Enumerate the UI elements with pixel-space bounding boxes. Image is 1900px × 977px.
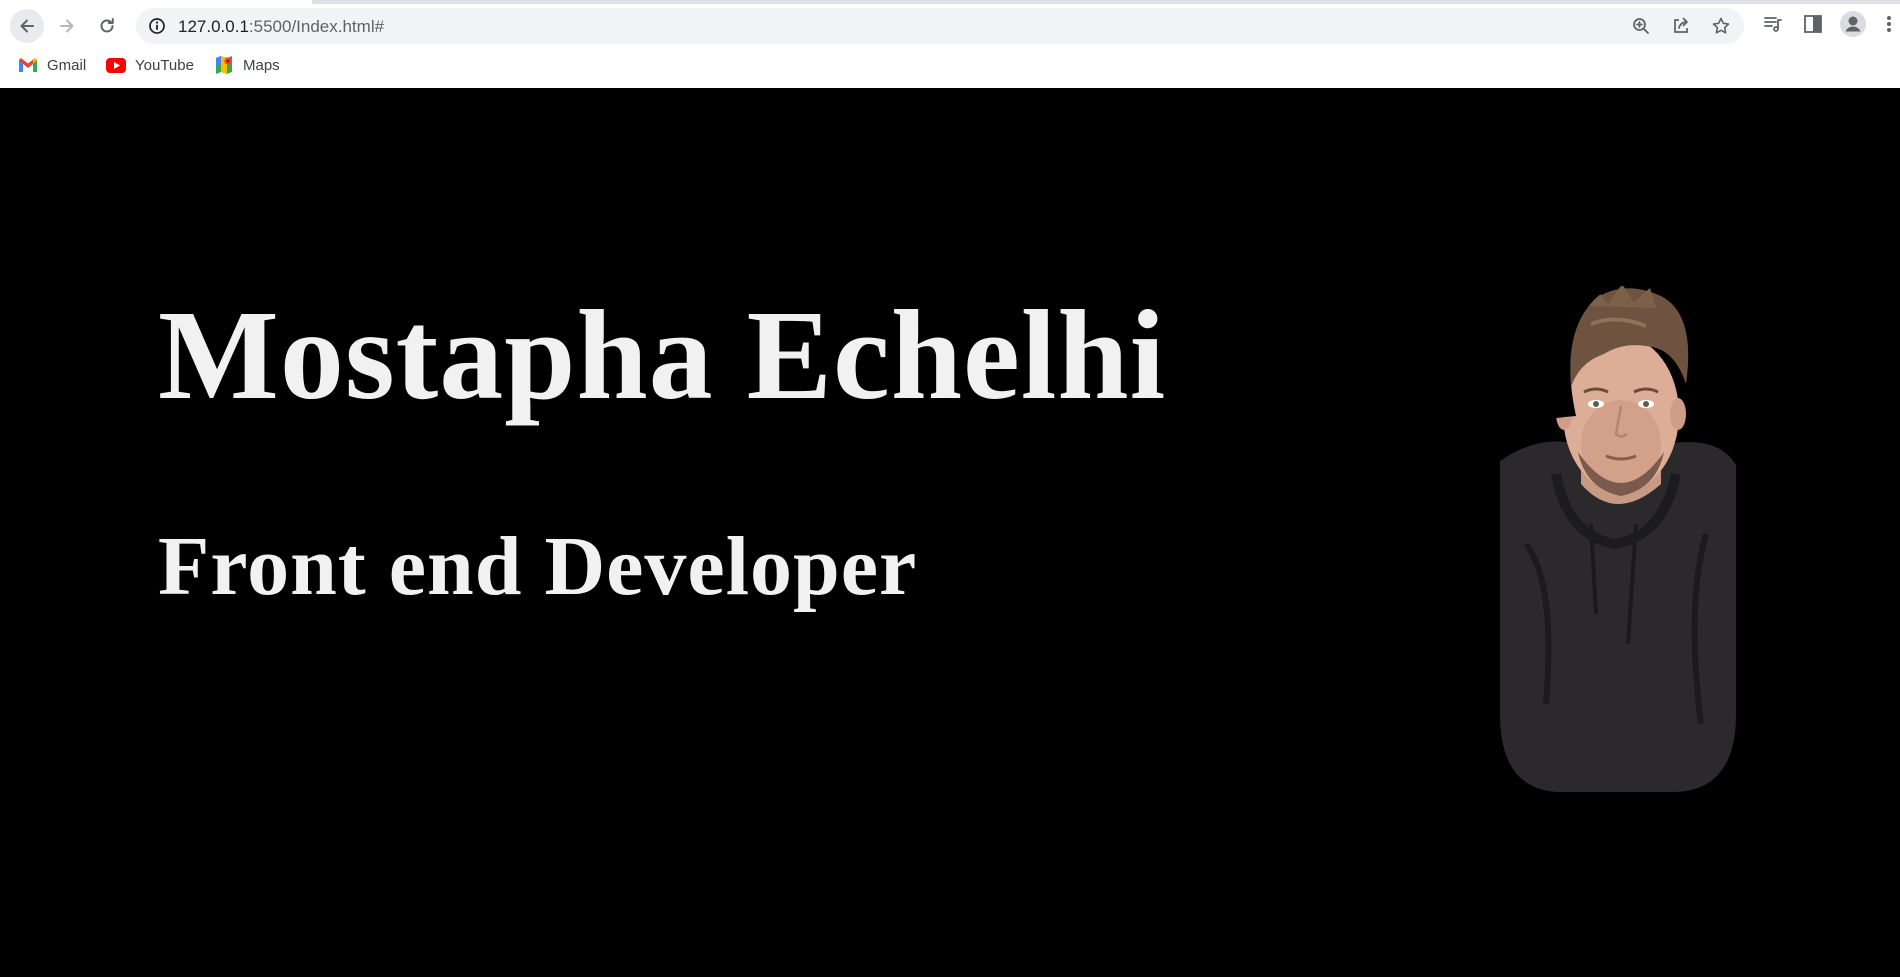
zoom-icon[interactable] — [1631, 16, 1651, 36]
share-icon[interactable] — [1671, 16, 1691, 36]
maps-icon — [216, 56, 232, 74]
bookmark-youtube[interactable]: YouTube — [106, 54, 194, 76]
bookmark-maps[interactable]: Maps — [214, 54, 280, 76]
bookmark-label: Maps — [243, 56, 280, 74]
bookmark-label: Gmail — [47, 56, 87, 74]
reading-list-icon[interactable] — [1762, 13, 1784, 35]
hero-name: Mostapha Echelhi — [158, 284, 1167, 426]
url-path: :5500/Index.html# — [248, 17, 385, 36]
back-button[interactable] — [10, 9, 44, 43]
browser-toolbar: 127.0.0.1:5500/Index.html# — [0, 4, 1900, 48]
arrow-left-icon — [20, 19, 34, 33]
forward-button[interactable] — [50, 9, 84, 43]
reload-button[interactable] — [90, 9, 124, 43]
bookmark-gmail[interactable]: Gmail — [18, 54, 86, 76]
profile-photo — [1500, 285, 1736, 792]
youtube-icon — [106, 57, 126, 73]
gmail-icon — [19, 58, 37, 72]
star-icon[interactable] — [1711, 16, 1731, 36]
url-text[interactable]: 127.0.0.1:5500/Index.html# — [178, 17, 384, 37]
reload-icon — [100, 18, 114, 33]
side-panel-icon[interactable] — [1802, 13, 1824, 35]
arrow-right-icon — [60, 19, 74, 33]
kebab-menu-icon[interactable] — [1884, 13, 1894, 35]
url-host: 127.0.0.1 — [178, 17, 249, 36]
info-icon[interactable] — [148, 17, 166, 35]
hero-role: Front end Developer — [158, 520, 918, 613]
bookmark-label: YouTube — [135, 56, 194, 74]
bookmarks-bar: Gmail YouTube Maps — [0, 48, 1900, 82]
profile-icon[interactable] — [1839, 10, 1867, 38]
browser-chrome: 127.0.0.1:5500/Index.html# Gmail YouTube… — [0, 0, 1900, 88]
address-bar[interactable]: 127.0.0.1:5500/Index.html# — [136, 8, 1744, 44]
